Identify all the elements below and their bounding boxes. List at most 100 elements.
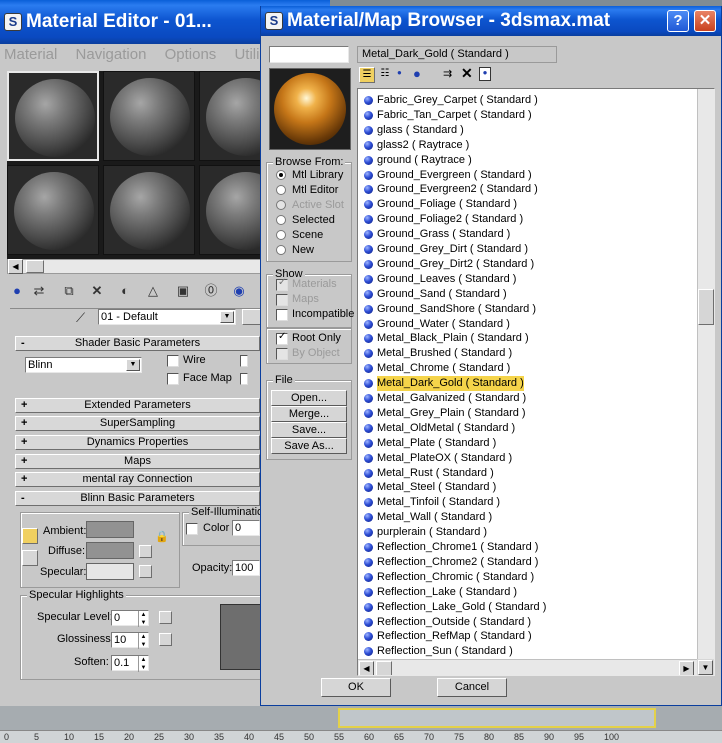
list-item[interactable]: Metal_Brushed ( Standard ) [364,346,512,361]
shader-type-dropdown[interactable]: Blinn ▼ [25,357,142,373]
timeline-bar[interactable]: 0 5 10 15 20 25 30 35 40 45 50 55 60 65 70 75 80 85 90 95 10… [0,706,722,743]
show-maps-checkbox[interactable] [276,294,288,306]
list-item[interactable]: Fabric_Grey_Carpet ( Standard ) [364,93,538,108]
reset-icon[interactable]: ✕ [88,282,106,300]
scroll-thumb[interactable] [26,260,44,273]
menu-utilities[interactable]: Utili [234,46,259,63]
by-object-checkbox[interactable] [276,348,288,360]
scroll-left-arrow[interactable]: ◀ [359,661,374,675]
wire-checkbox[interactable] [167,355,179,367]
show-map-icon[interactable]: ◉ [230,282,248,300]
get-material-icon[interactable]: ● [8,282,26,300]
soften-spinner[interactable]: 0.1 ▲ ▼ [111,655,149,672]
view-list-icon[interactable]: ☰ [359,67,375,83]
time-slider-track[interactable] [338,708,656,728]
browse-from-radio[interactable] [276,215,286,225]
two-sided-checkbox[interactable] [240,355,248,367]
list-item[interactable]: Ground_Grey_Dirt2 ( Standard ) [364,257,534,272]
face-map-checkbox[interactable] [167,373,179,385]
show-incompatible-checkbox[interactable] [276,309,288,321]
menu-navigation[interactable]: Navigation [76,46,147,63]
rollout-blinn-basic[interactable]: - Blinn Basic Parameters [15,491,260,506]
list-item[interactable]: Reflection_Lake ( Standard ) [364,585,517,600]
rollout-maps[interactable]: + Maps [15,454,260,469]
list-vertical-scrollbar[interactable] [697,89,714,659]
browser-titlebar[interactable]: S Material/Map Browser - 3dsmax.mat ? ✕ [261,6,721,36]
sample-slot[interactable] [7,71,99,161]
material-type-button[interactable] [242,309,262,325]
cancel-button[interactable]: Cancel [437,678,507,697]
root-only-checkbox[interactable]: ✓ [276,331,288,345]
view-small-icons-icon[interactable]: ● [397,68,402,77]
vertical-scroll-thumb[interactable] [698,289,714,325]
sample-slot[interactable] [103,71,195,161]
list-item[interactable]: Reflection_Chromic ( Standard ) [364,570,534,585]
list-item[interactable]: Metal_Tinfoil ( Standard ) [364,495,500,510]
list-item[interactable]: Metal_Galvanized ( Standard ) [364,391,526,406]
list-item[interactable]: purplerain ( Standard ) [364,525,487,540]
list-item[interactable]: Metal_Chrome ( Standard ) [364,361,510,376]
put-to-library-icon[interactable]: ▣ [174,282,192,300]
help-button[interactable]: ? [667,10,689,32]
list-item[interactable]: Ground_SandShore ( Standard ) [364,302,536,317]
browser-name-field[interactable] [269,46,349,63]
list-item[interactable]: glass2 ( Raytrace ) [364,138,469,153]
list-item[interactable]: Metal_Plate ( Standard ) [364,436,496,451]
merge-button[interactable]: Merge... [271,406,347,422]
list-item[interactable]: Reflection_Lake_Gold ( Standard ) [364,600,546,615]
list-item[interactable]: Ground_Evergreen ( Standard ) [364,168,532,183]
list-item[interactable]: Ground_Leaves ( Standard ) [364,272,516,287]
list-item[interactable]: Metal_Dark_Gold ( Standard ) [364,376,524,392]
lock-ambient-diffuse-button[interactable] [22,528,38,544]
make-unique-icon[interactable]: △ [144,282,162,300]
list-item[interactable]: Ground_Evergreen2 ( Standard ) [364,182,538,197]
sample-slot[interactable] [199,71,286,161]
sample-slot[interactable] [199,165,286,255]
save-button[interactable]: Save... [271,422,347,438]
clear-material-library-icon[interactable]: ● [479,67,491,81]
copy-material-icon[interactable]: ◐ [116,282,134,300]
rollout-extended-parameters[interactable]: + Extended Parameters [15,398,260,413]
browse-from-radio[interactable] [276,245,286,255]
close-button[interactable]: ✕ [694,10,716,32]
faceted-checkbox[interactable] [240,373,248,385]
scroll-down-arrow[interactable]: ▼ [698,660,713,675]
lock-icon[interactable]: 🔒 [155,530,169,543]
list-item[interactable]: ground ( Raytrace ) [364,153,472,168]
scroll-left-arrow[interactable]: ◀ [8,259,23,274]
list-item[interactable]: Ground_Grey_Dirt ( Standard ) [364,242,528,257]
open-button[interactable]: Open... [271,390,347,406]
view-list-icons-icon[interactable]: ☷ [377,67,393,83]
scroll-right-arrow[interactable]: ▶ [679,661,694,675]
list-item[interactable]: Reflection_Chrome2 ( Standard ) [364,555,538,570]
sample-slot[interactable] [7,165,99,255]
list-item[interactable]: glass ( Standard ) [364,123,464,138]
glossiness-map-button[interactable] [159,633,172,646]
browse-from-radio[interactable] [276,230,286,240]
rollout-supersampling[interactable]: + SuperSampling [15,416,260,431]
list-item[interactable]: Fabric_Tan_Carpet ( Standard ) [364,108,532,123]
view-large-icons-icon[interactable]: ● [413,66,421,81]
list-item[interactable]: Metal_Rust ( Standard ) [364,466,494,481]
specular-level-map-button[interactable] [159,611,172,624]
rollout-dynamics-properties[interactable]: + Dynamics Properties [15,435,260,450]
show-materials-checkbox[interactable]: ✓ [276,277,288,291]
list-item[interactable]: Ground_Foliage2 ( Standard ) [364,212,523,227]
list-item[interactable]: Ground_Sand ( Standard ) [364,287,507,302]
list-item[interactable]: Reflection_Chrome1 ( Standard ) [364,540,538,555]
list-item[interactable]: Reflection_Sun ( Standard ) [364,644,513,659]
lock-diffuse-specular-button[interactable] [22,550,38,566]
glossiness-spinner[interactable]: 10 ▲ ▼ [111,632,149,649]
pick-material-icon[interactable]: ⟋ [76,310,85,326]
assign-material-icon[interactable]: ⧉ [60,282,78,300]
delete-from-library-icon[interactable]: ✕ [461,65,473,82]
list-item[interactable]: Ground_Foliage ( Standard ) [364,197,517,212]
specular-level-spinner[interactable]: 0 ▲ ▼ [111,610,149,627]
browse-from-radio[interactable] [276,200,286,210]
list-item[interactable]: Reflection_Outside ( Standard ) [364,615,531,630]
save-as-button[interactable]: Save As... [271,438,347,454]
diffuse-map-button[interactable] [139,545,152,558]
spinner-arrows-icon[interactable]: ▲ ▼ [138,611,148,627]
browse-from-radio[interactable] [276,185,286,195]
specular-map-button[interactable] [139,565,152,578]
